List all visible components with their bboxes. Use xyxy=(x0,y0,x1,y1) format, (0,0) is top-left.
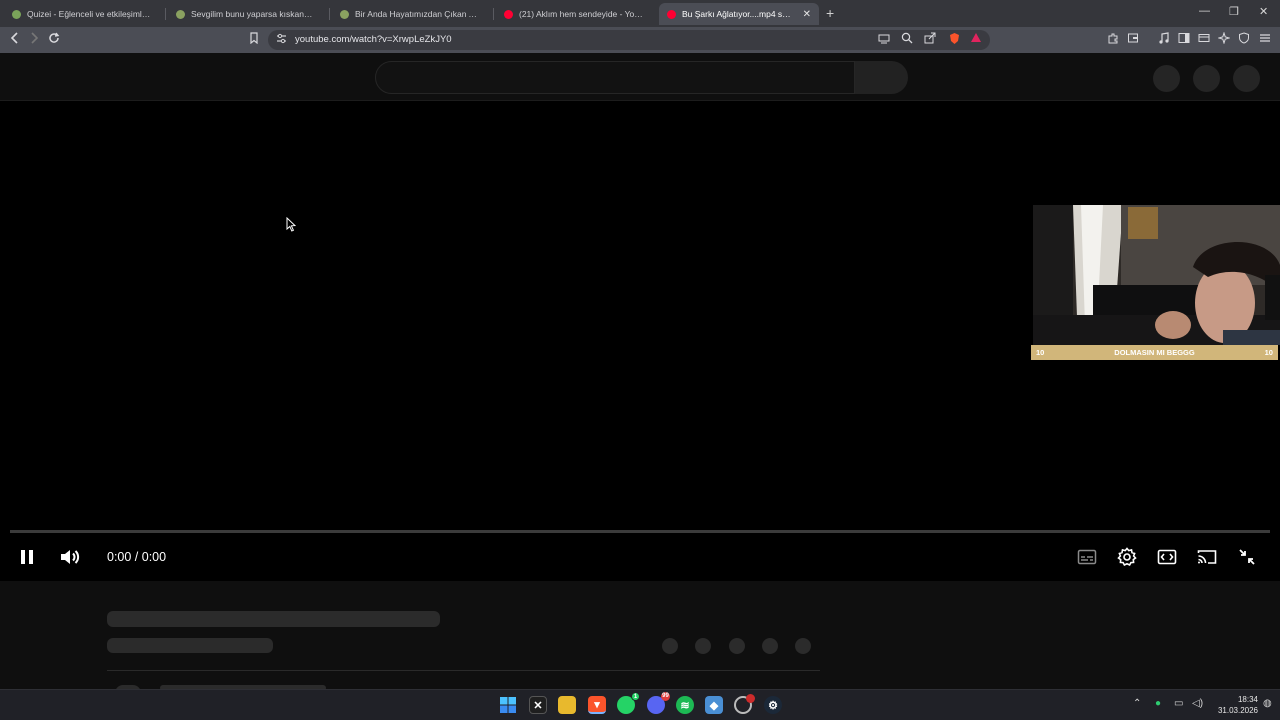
tab-1[interactable]: Quizei - Eğlenceli ve etkileşimli quizle xyxy=(4,3,160,25)
header-icon-placeholder[interactable] xyxy=(1193,65,1220,92)
youtube-favicon-icon xyxy=(504,9,513,19)
theater-icon xyxy=(1157,549,1177,565)
wallet-icon[interactable] xyxy=(1127,32,1139,48)
reload-icon[interactable] xyxy=(48,32,60,48)
volume-button[interactable] xyxy=(56,544,84,570)
search-button-placeholder[interactable] xyxy=(855,61,908,94)
close-window-button[interactable]: ✕ xyxy=(1259,5,1268,18)
media-control-icon[interactable] xyxy=(1158,32,1170,48)
subtitles-button[interactable] xyxy=(1074,544,1100,570)
gear-icon xyxy=(1117,547,1137,567)
minimize-button[interactable]: — xyxy=(1199,5,1210,17)
theater-mode-button[interactable] xyxy=(1154,544,1180,570)
start-button[interactable] xyxy=(499,696,517,714)
video-player[interactable]: 10 DOLMASIN MI BEGGG 10 0:00 / 0:00 xyxy=(0,101,1280,581)
address-bar[interactable]: youtube.com/watch?v=XrwpLeZkJY0 xyxy=(268,30,990,50)
action-placeholder xyxy=(662,638,678,654)
channel-placeholder xyxy=(107,638,273,653)
action-placeholder xyxy=(695,638,711,654)
cast-page-icon[interactable] xyxy=(878,32,890,48)
title-placeholder xyxy=(107,611,440,627)
restore-button[interactable]: ❐ xyxy=(1229,5,1239,18)
search-box-placeholder[interactable] xyxy=(375,61,855,94)
browser-toolbar: youtube.com/watch?v=XrwpLeZkJY0 xyxy=(0,27,1280,53)
url-text: youtube.com/watch?v=XrwpLeZkJY0 xyxy=(295,34,452,45)
webcam-label: DOLMASIN MI BEGGG xyxy=(1114,348,1195,357)
action-placeholder xyxy=(762,638,778,654)
progress-bar[interactable] xyxy=(10,530,1270,533)
discord-badge: 99 xyxy=(661,692,670,701)
webcam-left-number: 10 xyxy=(1036,348,1045,357)
cast-icon xyxy=(1197,550,1217,564)
spotify-icon[interactable]: ≋ xyxy=(676,696,694,714)
share-icon[interactable] xyxy=(924,32,936,48)
screen: Quizei - Eğlenceli ve etkileşimli quizle… xyxy=(0,0,1280,720)
subtitles-icon xyxy=(1077,549,1097,565)
brave-browser-icon[interactable]: ▾ xyxy=(588,696,606,714)
action-placeholder xyxy=(729,638,745,654)
network-icon[interactable]: ▭ xyxy=(1174,698,1183,709)
tab-4[interactable]: (21) Aklım hem sendeyide - YouTube xyxy=(496,3,654,25)
zoom-icon[interactable] xyxy=(901,32,913,48)
whatsapp-icon[interactable]: 1 xyxy=(617,692,640,714)
vpn-shield-icon[interactable] xyxy=(1238,32,1250,48)
extensions-icon[interactable] xyxy=(1107,32,1119,48)
time-display: 0:00 / 0:00 xyxy=(107,550,167,564)
youtube-header-skeleton xyxy=(0,53,1280,101)
steam-icon[interactable]: ⚙ xyxy=(764,696,782,714)
windows-icon xyxy=(500,697,516,713)
volume-icon xyxy=(61,550,80,564)
tab-favicon-icon xyxy=(12,9,21,19)
tab-3[interactable]: Bir Anda Hayatımızdan Çıkan Aburcu xyxy=(332,3,488,25)
webcam-overlay xyxy=(1033,205,1280,345)
app-blue-icon[interactable]: ◆ xyxy=(705,696,723,714)
leo-ai-icon[interactable] xyxy=(1217,31,1231,48)
clock-time: 18:34 xyxy=(1237,695,1258,704)
taskbar-clock[interactable]: 18:34 31.03.2026 xyxy=(1206,694,1258,716)
minimize-player-icon xyxy=(1239,549,1255,565)
clock-date: 31.03.2026 xyxy=(1217,706,1258,715)
windows-taskbar: ✕ ▾ 1 99 ≋ ◆ ⚙ ⌃ ● ▭ ◁) 18:34 31.03.2026… xyxy=(0,689,1280,720)
header-icon-placeholder[interactable] xyxy=(1153,65,1180,92)
exit-fullscreen-button[interactable] xyxy=(1234,544,1260,570)
speaker-icon[interactable]: ◁) xyxy=(1192,698,1203,709)
divider xyxy=(107,670,820,671)
menu-icon[interactable] xyxy=(1259,32,1271,48)
brave-shields-icon[interactable] xyxy=(948,32,961,49)
wallet-card-icon[interactable] xyxy=(1198,32,1210,48)
app-red-circle-icon[interactable] xyxy=(734,694,755,714)
cast-button[interactable] xyxy=(1194,544,1220,570)
webcam-label-bar: 10 DOLMASIN MI BEGGG 10 xyxy=(1031,345,1278,360)
tab-5-active[interactable]: Bu Şarkı Ağlatıyor....mp4 süper şa ✕ xyxy=(659,3,819,25)
youtube-favicon-icon xyxy=(667,9,676,19)
capcut-icon[interactable]: ✕ xyxy=(529,696,547,714)
action-placeholder xyxy=(795,638,811,654)
file-explorer-icon[interactable] xyxy=(558,696,576,714)
microphone-icon[interactable]: ● xyxy=(1155,698,1161,709)
close-tab-icon[interactable]: ✕ xyxy=(803,9,811,20)
avatar-placeholder[interactable] xyxy=(1233,65,1260,92)
back-icon[interactable] xyxy=(10,32,20,48)
forward-icon[interactable] xyxy=(29,32,39,48)
tab-favicon-icon xyxy=(176,9,185,19)
mouse-cursor-icon xyxy=(286,216,297,237)
site-settings-icon[interactable] xyxy=(276,32,287,48)
pause-button[interactable] xyxy=(14,544,40,570)
sidebar-icon[interactable] xyxy=(1178,32,1190,48)
tab-favicon-icon xyxy=(340,9,349,19)
settings-button[interactable] xyxy=(1114,544,1140,570)
video-info-skeleton xyxy=(0,581,1280,693)
notifications-icon[interactable]: ◍ xyxy=(1263,698,1272,709)
brave-rewards-icon[interactable] xyxy=(970,32,982,48)
browser-tab-strip: Quizei - Eğlenceli ve etkileşimli quizle… xyxy=(0,0,1280,27)
tray-expand-icon[interactable]: ⌃ xyxy=(1133,698,1141,709)
new-tab-button[interactable]: + xyxy=(826,5,834,21)
bookmark-icon[interactable] xyxy=(249,32,259,48)
pause-icon xyxy=(21,550,33,564)
tab-2[interactable]: Sevgilim bunu yaparsa kıskançlıktan xyxy=(168,3,322,25)
webcam-right-number: 10 xyxy=(1264,348,1273,357)
discord-icon[interactable]: 99 xyxy=(647,692,670,714)
whatsapp-badge: 1 xyxy=(631,692,640,701)
